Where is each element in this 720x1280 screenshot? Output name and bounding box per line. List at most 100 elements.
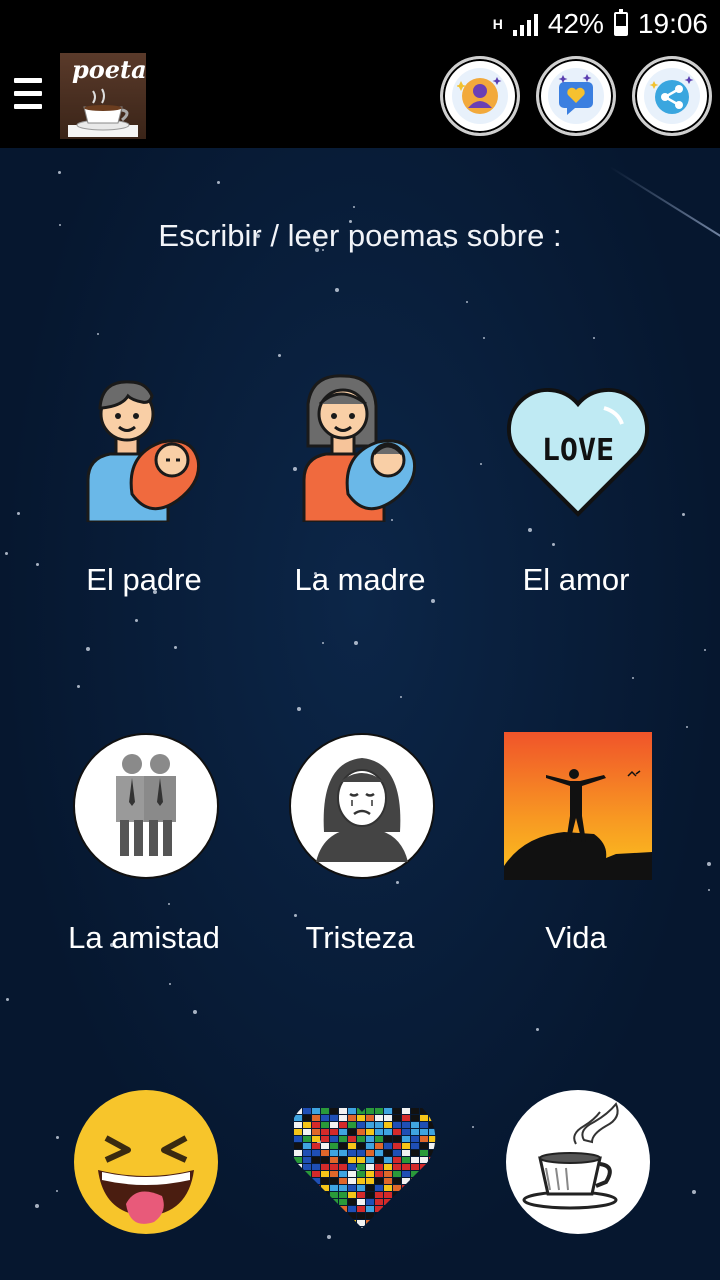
- flag-tile: [312, 1206, 320, 1212]
- flag-tile: [411, 1178, 419, 1184]
- star: [431, 599, 435, 603]
- flag-tile: [375, 1108, 383, 1114]
- flag-tile: [330, 1206, 338, 1212]
- flag-tile: [294, 1150, 302, 1156]
- flag-tile: [366, 1108, 374, 1114]
- flag-tile: [429, 1206, 436, 1212]
- flag-tile: [384, 1206, 392, 1212]
- flag-tile: [366, 1122, 374, 1128]
- profile-button[interactable]: [440, 56, 520, 136]
- flag-tile: [303, 1199, 311, 1205]
- flag-tile: [393, 1227, 401, 1228]
- flag-tile: [339, 1199, 347, 1205]
- flag-tile: [429, 1220, 436, 1226]
- star: [193, 1010, 197, 1014]
- star: [552, 543, 555, 546]
- flag-tile: [384, 1115, 392, 1121]
- flag-tile: [339, 1213, 347, 1219]
- network-type: H: [492, 16, 503, 32]
- flag-tile: [357, 1108, 365, 1114]
- flag-tile: [348, 1143, 356, 1149]
- flag-tile: [330, 1150, 338, 1156]
- flag-tile: [393, 1178, 401, 1184]
- flag-tile: [348, 1115, 356, 1121]
- flag-tile: [411, 1150, 419, 1156]
- flag-tile: [393, 1108, 401, 1114]
- flag-tile: [294, 1178, 302, 1184]
- flag-tile: [330, 1164, 338, 1170]
- signal-icon: [512, 12, 538, 36]
- flag-tile: [312, 1115, 320, 1121]
- flag-tile: [429, 1185, 436, 1191]
- flag-tile: [330, 1143, 338, 1149]
- flag-tile: [303, 1192, 311, 1198]
- flag-tile: [366, 1164, 374, 1170]
- flag-tile: [348, 1192, 356, 1198]
- flag-tile: [393, 1171, 401, 1177]
- share-button[interactable]: [632, 56, 712, 136]
- star: [708, 889, 710, 891]
- flag-tile: [402, 1178, 410, 1184]
- flag-tile: [357, 1227, 365, 1228]
- flag-tile: [402, 1220, 410, 1226]
- flag-tile: [357, 1143, 365, 1149]
- logo-text: poeta: [72, 55, 146, 84]
- flag-tile: [294, 1171, 302, 1177]
- flag-tile: [375, 1115, 383, 1121]
- flag-tile: [357, 1213, 365, 1219]
- flag-tile: [303, 1122, 311, 1128]
- flag-tile: [420, 1143, 428, 1149]
- flag-tile: [375, 1157, 383, 1163]
- flag-tile: [321, 1220, 329, 1226]
- flag-tile: [402, 1136, 410, 1142]
- star: [86, 647, 90, 651]
- star: [135, 619, 138, 622]
- flag-tile: [357, 1129, 365, 1135]
- flag-tile: [321, 1178, 329, 1184]
- flag-tile: [312, 1185, 320, 1191]
- flag-tile: [321, 1108, 329, 1114]
- flag-tile: [411, 1143, 419, 1149]
- flag-tile: [402, 1129, 410, 1135]
- flag-tile: [303, 1206, 311, 1212]
- flag-tile: [294, 1199, 302, 1205]
- flag-tile: [366, 1220, 374, 1226]
- star: [692, 1190, 696, 1194]
- flag-tile: [366, 1213, 374, 1219]
- flag-tile: [429, 1150, 436, 1156]
- flag-tile: [411, 1115, 419, 1121]
- flag-tile: [312, 1220, 320, 1226]
- heart-message-icon: [558, 74, 593, 115]
- messages-button[interactable]: [536, 56, 616, 136]
- flag-tile: [303, 1185, 311, 1191]
- flag-tile: [366, 1171, 374, 1177]
- flag-tile: [402, 1108, 410, 1114]
- flag-tile: [393, 1206, 401, 1212]
- flag-tile: [339, 1129, 347, 1135]
- star: [707, 862, 711, 866]
- flag-tile: [411, 1185, 419, 1191]
- flag-tile: [339, 1220, 347, 1226]
- hamburger-menu-icon[interactable]: [14, 78, 42, 114]
- flag-tile: [294, 1122, 302, 1128]
- flag-tile: [375, 1220, 383, 1226]
- flag-tile: [366, 1143, 374, 1149]
- flag-tile: [420, 1206, 428, 1212]
- flag-tile: [357, 1171, 365, 1177]
- flag-tile: [393, 1199, 401, 1205]
- flag-tile: [375, 1178, 383, 1184]
- flag-tile: [375, 1150, 383, 1156]
- flag-tile: [348, 1129, 356, 1135]
- flag-tile: [402, 1143, 410, 1149]
- flag-tile: [330, 1213, 338, 1219]
- flag-tile: [429, 1199, 436, 1205]
- flag-tile: [348, 1213, 356, 1219]
- star: [58, 171, 61, 174]
- flag-tile: [321, 1129, 329, 1135]
- flag-tile: [402, 1164, 410, 1170]
- flag-tile: [312, 1122, 320, 1128]
- flag-tile: [393, 1129, 401, 1135]
- star: [322, 642, 324, 644]
- flag-tile: [411, 1213, 419, 1219]
- flag-tile: [384, 1143, 392, 1149]
